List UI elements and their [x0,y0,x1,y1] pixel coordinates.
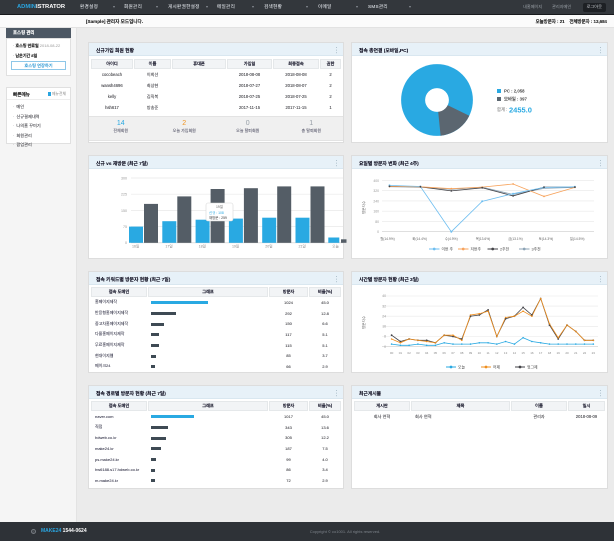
svg-text:08: 08 [460,351,464,355]
svg-text:03: 03 [416,351,420,355]
svg-text:12: 12 [495,351,499,355]
svg-text:2주전: 2주전 [500,247,510,252]
svg-text:엊그제: 엊그제 [527,365,538,370]
svg-text:21: 21 [574,351,578,355]
svg-text:320: 320 [373,189,379,193]
svg-text:75: 75 [123,225,127,229]
svg-text:18일: 18일 [199,244,206,249]
svg-text:수(4.9%): 수(4.9%) [445,236,458,241]
svg-text:방문자수: 방문자수 [361,200,366,214]
svg-text:3주전: 3주전 [532,247,542,252]
svg-text:22: 22 [583,351,587,355]
svg-text:16일: 16일 [132,244,139,249]
svg-text:0: 0 [377,230,379,234]
svg-text:19일: 19일 [216,204,223,209]
svg-text:21일: 21일 [299,244,306,249]
svg-text:16: 16 [530,351,534,355]
svg-text:토(14.3%): 토(14.3%) [539,237,554,241]
svg-text:화(14.4%): 화(14.4%) [412,236,427,241]
svg-text:어제: 어제 [493,365,500,370]
svg-text:06: 06 [443,351,447,355]
svg-text:150: 150 [121,209,127,213]
svg-text:300: 300 [121,176,127,180]
svg-text:05: 05 [434,351,438,355]
svg-text:11: 11 [487,351,490,355]
svg-text:160: 160 [373,210,379,214]
svg-text:07: 07 [451,351,455,355]
svg-text:PC : 2,058: PC : 2,058 [504,89,525,94]
svg-text:0: 0 [384,345,386,349]
svg-text:04: 04 [425,351,429,355]
svg-text:오늘: 오늘 [458,365,465,370]
svg-text:8: 8 [384,335,386,339]
svg-text:오늘: 오늘 [332,244,339,249]
svg-text:19일: 19일 [232,244,239,249]
svg-text:02: 02 [407,351,411,355]
svg-text:20: 20 [565,351,569,355]
svg-text:금(13.1%): 금(13.1%) [508,237,523,241]
svg-text:09: 09 [469,351,473,355]
svg-text:32: 32 [382,304,386,308]
svg-text:16: 16 [382,325,386,329]
svg-text:2455.0: 2455.0 [509,106,532,115]
svg-text:24: 24 [382,314,386,318]
svg-text:모바일 : 397: 모바일 : 397 [504,96,527,103]
svg-text:13: 13 [504,351,508,355]
svg-text:목(13.6%): 목(13.6%) [476,237,491,241]
svg-text:17일: 17일 [165,244,172,249]
svg-text:15: 15 [521,351,525,355]
svg-text:저번주: 저번주 [471,247,482,252]
svg-text:240: 240 [373,199,379,203]
svg-text:20일: 20일 [265,244,272,249]
svg-text:재방문 : 259: 재방문 : 259 [209,215,227,220]
svg-text:01: 01 [399,351,403,355]
svg-text:방문자수: 방문자수 [361,315,366,329]
svg-text:14: 14 [513,351,517,355]
svg-text:이번 주: 이번 주 [442,247,454,252]
svg-text:0: 0 [125,241,127,245]
svg-text:400: 400 [373,179,379,183]
svg-text:80: 80 [375,220,379,224]
svg-text:18: 18 [548,351,552,355]
svg-text:일(14.5%): 일(14.5%) [570,236,585,241]
svg-text:합계 :: 합계 : [497,106,507,113]
svg-text:23: 23 [592,351,596,355]
svg-text:17: 17 [539,351,543,355]
svg-text:40: 40 [382,294,386,298]
svg-text:월(14.9%): 월(14.9%) [380,236,395,241]
svg-text:00: 00 [390,351,394,355]
svg-text:225: 225 [121,193,127,197]
svg-text:10: 10 [478,351,482,355]
svg-text:신규 : 108: 신규 : 108 [209,210,224,215]
svg-text:19: 19 [557,351,561,355]
